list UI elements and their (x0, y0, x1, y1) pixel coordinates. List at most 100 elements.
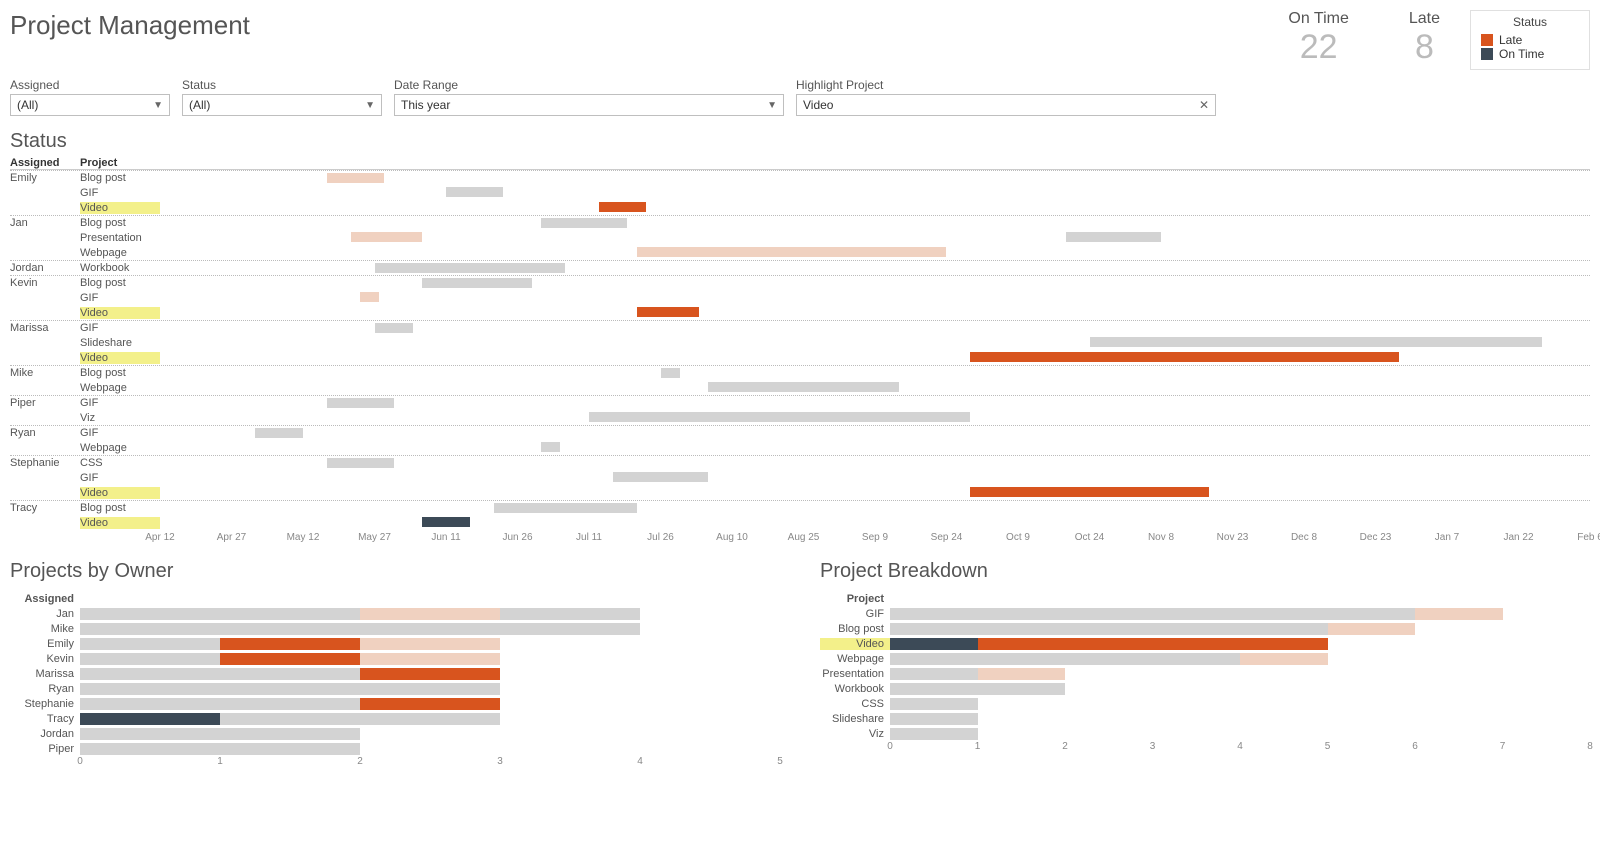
filter-daterange-select[interactable]: This year ▼ (394, 94, 784, 116)
bar-segment[interactable] (890, 668, 978, 680)
bar-row-label: Viz (820, 728, 890, 740)
clear-icon[interactable]: ✕ (1199, 98, 1209, 112)
axis-tick: Aug 25 (788, 532, 820, 543)
gantt-bar[interactable] (637, 307, 699, 317)
filter-highlight-input[interactable]: Video ✕ (796, 94, 1216, 116)
bar-segment[interactable] (978, 668, 1066, 680)
gantt-bar[interactable] (327, 458, 394, 468)
gantt-bar[interactable] (1066, 232, 1161, 242)
bar-segment[interactable] (1240, 653, 1328, 665)
gantt-row: EmilyBlog post (10, 170, 1590, 185)
gantt-bar[interactable] (255, 428, 303, 438)
gantt-bar[interactable] (375, 323, 413, 333)
bar-segment[interactable] (220, 653, 360, 665)
gantt-row: RyanGIF (10, 425, 1590, 440)
gantt-bar[interactable] (970, 352, 1399, 362)
bar-segment[interactable] (220, 638, 360, 650)
axis-tick: 0 (887, 741, 893, 752)
axis-tick: 5 (777, 756, 783, 767)
bar-row-label: Mike (10, 623, 80, 635)
gantt-bar-zone (160, 245, 1590, 260)
project-breakdown-chart[interactable]: Project GIFBlog postVideoWebpagePresenta… (820, 587, 1590, 759)
bar-segment[interactable] (80, 728, 360, 740)
gantt-bar[interactable] (708, 382, 899, 392)
bar-row-zone (890, 728, 1590, 740)
gantt-bar[interactable] (494, 503, 637, 513)
bar-row: Presentation (820, 666, 1590, 681)
gantt-bar-zone (160, 335, 1590, 350)
bar-row: Viz (820, 726, 1590, 741)
gantt-row: KevinBlog post (10, 275, 1590, 290)
gantt-chart[interactable]: Assigned Project EmilyBlog postGIFVideoJ… (0, 157, 1600, 550)
gantt-bar-zone (160, 366, 1590, 380)
gantt-bar[interactable] (613, 472, 708, 482)
gantt-bar[interactable] (351, 232, 423, 242)
bar-segment[interactable] (80, 743, 360, 755)
gantt-project-cell: Blog post (80, 367, 160, 379)
gantt-bar[interactable] (446, 187, 503, 197)
gantt-bar[interactable] (360, 292, 379, 302)
gantt-bar[interactable] (589, 412, 970, 422)
axis-tick: Jan 7 (1435, 532, 1459, 543)
gantt-bar[interactable] (599, 202, 647, 212)
bar-segment[interactable] (80, 698, 360, 710)
bar-segment[interactable] (360, 638, 500, 650)
bar-segment[interactable] (360, 653, 500, 665)
bar-segment[interactable] (80, 683, 500, 695)
axis-tick: Apr 27 (217, 532, 246, 543)
chevron-down-icon: ▼ (767, 100, 777, 111)
filter-assigned-select[interactable]: (All) ▼ (10, 94, 170, 116)
bar-segment[interactable] (890, 698, 978, 710)
bar-row-label: CSS (820, 698, 890, 710)
bar-segment[interactable] (890, 683, 1065, 695)
bar-segment[interactable] (220, 713, 500, 725)
kpi-late-value: 8 (1409, 28, 1440, 67)
bar-segment[interactable] (80, 668, 360, 680)
bar-segment[interactable] (890, 728, 978, 740)
bar-segment[interactable] (80, 623, 640, 635)
bar-segment[interactable] (360, 668, 500, 680)
gantt-project-cell: GIF (80, 187, 160, 199)
bar-segment[interactable] (500, 608, 640, 620)
filter-status-select[interactable]: (All) ▼ (182, 94, 382, 116)
projects-by-owner-chart[interactable]: Assigned JanMikeEmilyKevinMarissaRyanSte… (10, 587, 780, 774)
gantt-bar[interactable] (541, 442, 560, 452)
bar-row-zone (80, 728, 780, 740)
axis-tick: 3 (1150, 741, 1156, 752)
bar-segment[interactable] (890, 623, 1328, 635)
bar-segment[interactable] (80, 653, 220, 665)
gantt-bar[interactable] (327, 398, 394, 408)
gantt-row: TracyBlog post (10, 500, 1590, 515)
legend-item[interactable]: Late (1481, 33, 1579, 47)
gantt-row: PiperGIF (10, 395, 1590, 410)
bar-segment[interactable] (978, 638, 1328, 650)
gantt-row: Webpage (10, 245, 1590, 260)
bar-segment[interactable] (360, 608, 500, 620)
bar-segment[interactable] (360, 698, 500, 710)
gantt-bar[interactable] (1090, 337, 1543, 347)
axis-tick: 8 (1587, 741, 1593, 752)
bar-segment[interactable] (890, 608, 1415, 620)
bar-segment[interactable] (80, 638, 220, 650)
bar-segment[interactable] (890, 713, 978, 725)
gantt-bar[interactable] (422, 517, 470, 527)
gantt-bar[interactable] (541, 218, 627, 228)
gantt-assigned-cell: Piper (10, 397, 80, 409)
gantt-bar[interactable] (375, 263, 566, 273)
gantt-row: Presentation (10, 230, 1590, 245)
bar-segment[interactable] (80, 608, 360, 620)
bar-segment[interactable] (1415, 608, 1503, 620)
bar-segment[interactable] (890, 653, 1240, 665)
legend-item[interactable]: On Time (1481, 47, 1579, 61)
gantt-bar[interactable] (970, 487, 1208, 497)
gantt-bar[interactable] (422, 278, 532, 288)
gantt-project-cell: Workbook (80, 262, 160, 274)
bar-segment[interactable] (890, 638, 978, 650)
bar-segment[interactable] (80, 713, 220, 725)
gantt-bar[interactable] (661, 368, 680, 378)
gantt-assigned-cell: Ryan (10, 427, 80, 439)
gantt-bar[interactable] (327, 173, 384, 183)
bar-segment[interactable] (1328, 623, 1416, 635)
bar-row-label: Ryan (10, 683, 80, 695)
gantt-bar[interactable] (637, 247, 947, 257)
